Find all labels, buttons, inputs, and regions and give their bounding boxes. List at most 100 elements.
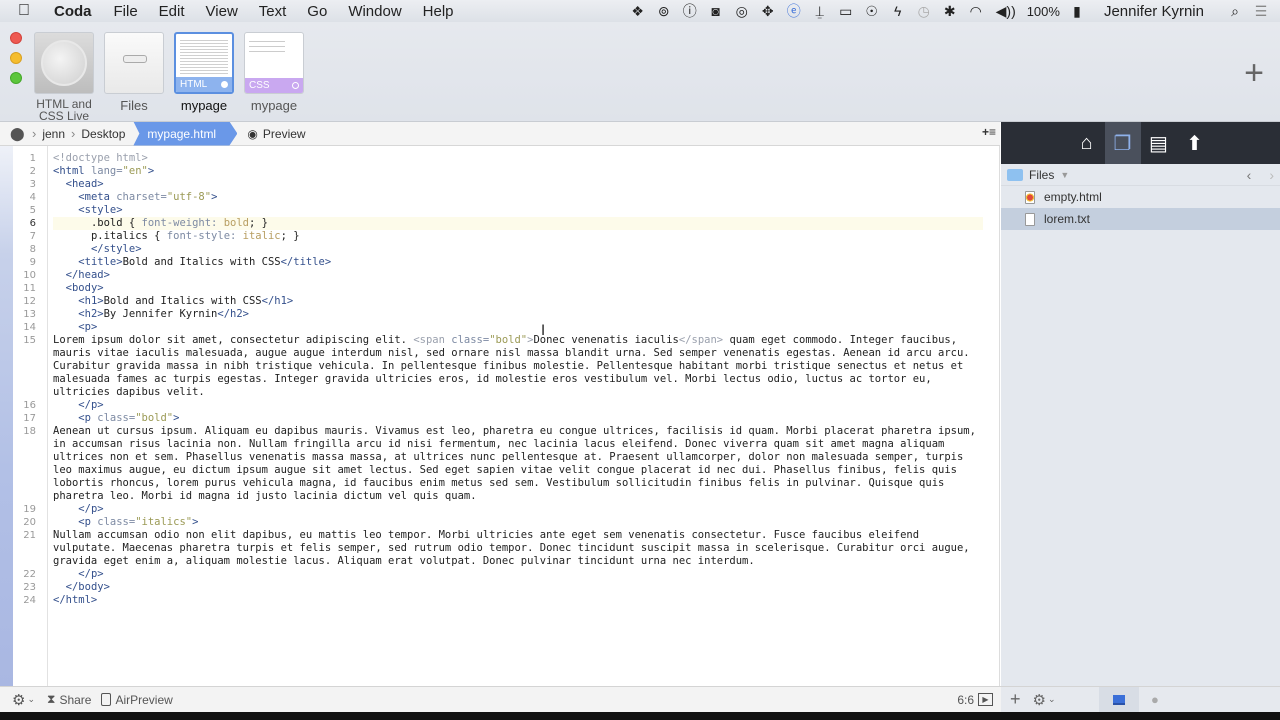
camera-icon[interactable]: ◙ xyxy=(703,3,729,19)
menu-help[interactable]: Help xyxy=(423,3,454,20)
line-number: 12 xyxy=(23,296,36,307)
te-icon[interactable]: ⓔ xyxy=(781,1,807,21)
code-line-current: .bold { font-weight: bold; } xyxy=(53,217,983,230)
code-line: <style> xyxy=(78,204,123,216)
html-thumbnail: HTML xyxy=(174,32,234,94)
css-badge: CSS xyxy=(245,78,303,93)
airplay-icon[interactable]: ▭ xyxy=(833,3,859,20)
coda-window: HTML and CSS Live Files HTML mypage CSS … xyxy=(0,22,1280,712)
menu-go[interactable]: Go xyxy=(307,3,327,20)
accessibility-icon[interactable]: ☉ xyxy=(859,3,885,20)
line-number: 18 xyxy=(23,426,36,437)
files-nav: ‹ › xyxy=(1247,167,1274,183)
tab-mypage-css[interactable]: CSS mypage xyxy=(243,32,305,112)
openvpn-icon[interactable]: ⊚ xyxy=(651,3,677,20)
add-file-button[interactable]: + xyxy=(1010,689,1021,710)
menu-file[interactable]: File xyxy=(114,3,138,20)
publish-icon[interactable]: ⬆ xyxy=(1177,122,1213,164)
preview-toggle-icon[interactable]: ⬤ xyxy=(10,126,26,142)
add-tab-button[interactable]: + xyxy=(1244,56,1264,90)
dropbox-icon[interactable]: ❖ xyxy=(625,3,651,20)
chevron-right-icon: › xyxy=(71,126,76,141)
line-number: 22 xyxy=(23,569,36,580)
site-tile-files[interactable]: Files xyxy=(103,32,165,112)
bluetooth-icon[interactable]: ✱ xyxy=(937,3,963,20)
chevron-down-icon[interactable]: ⌄ xyxy=(27,694,35,705)
code-navigator-strip[interactable] xyxy=(0,146,13,686)
site-label: mypage xyxy=(180,98,228,113)
code-line: <head> xyxy=(65,178,104,190)
battery-icon[interactable]: ▮ xyxy=(1064,3,1090,20)
breadcrumb-desktop[interactable]: Desktop xyxy=(81,127,125,141)
brush-icon[interactable]: ⍊ xyxy=(807,3,833,20)
code-line: </p> xyxy=(78,568,104,580)
bolt-icon[interactable]: ϟ xyxy=(885,3,911,19)
user-name[interactable]: Jennifer Kyrnin xyxy=(1104,3,1204,20)
files-icon[interactable]: ❐ xyxy=(1104,122,1141,164)
volume-icon[interactable]: ◀)) xyxy=(989,3,1023,20)
code-line: Aenean ut cursus ipsum. Aliquam eu dapib… xyxy=(53,425,983,502)
status-menu-area: ❖ ⊚ ⓘ ◙ ◎ ✥ ⓔ ⍊ ▭ ☉ ϟ ◷ ✱ ◠ ◀)) 100% ▮ J… xyxy=(625,0,1280,22)
1password-icon[interactable]: ⓘ xyxy=(677,1,703,21)
local-files-button[interactable] xyxy=(1099,686,1139,712)
file-item-lorem-txt[interactable]: lorem.txt xyxy=(1001,208,1280,230)
creative-cloud-icon[interactable]: ◎ xyxy=(729,3,755,20)
breadcrumb-jenn[interactable]: jenn xyxy=(42,127,65,141)
site-tile-html-css-live[interactable]: HTML and CSS Live xyxy=(33,32,95,122)
share-label: Share xyxy=(59,692,92,707)
folder-icon xyxy=(1007,168,1023,181)
battery-percent[interactable]: 100% xyxy=(1027,4,1060,19)
menu-view[interactable]: View xyxy=(206,3,238,20)
code-text[interactable]: <!doctype html> <html lang="en"> <head> … xyxy=(53,152,983,607)
line-number: 9 xyxy=(29,257,36,268)
code-editor[interactable]: 1 2 3 4 5 6 7 8 9 10 11 12 13 14 15 16 17 18 19 20 21 22 23 24 … xyxy=(0,146,1000,686)
line-number: 8 xyxy=(29,244,36,255)
caret-down-icon[interactable]: ▼ xyxy=(1060,170,1069,180)
sidebar-tab-bar: ⌂ ❐ ▤ ⬆ xyxy=(1001,122,1280,164)
tab-mypage-html[interactable]: HTML mypage xyxy=(173,32,235,112)
share-button[interactable]: ⧗ Share xyxy=(47,692,91,707)
remote-globe-icon[interactable]: ● xyxy=(1151,692,1159,707)
gear-icon[interactable]: ⚙ xyxy=(12,691,25,709)
breadcrumb-active-file[interactable]: mypage.html ⌄ xyxy=(133,122,237,146)
line-number: 19 xyxy=(23,504,36,515)
forward-icon[interactable]: › xyxy=(1269,167,1274,183)
gear-icon[interactable]: ⚙ xyxy=(1033,691,1046,709)
files-folder-label[interactable]: Files xyxy=(1029,168,1054,182)
home-icon[interactable]: ⌂ xyxy=(1069,122,1105,164)
paw-icon[interactable]: ✥ xyxy=(755,3,781,20)
line-number: 13 xyxy=(23,309,36,320)
zoom-window-button[interactable] xyxy=(10,72,22,84)
line-number: 24 xyxy=(23,595,36,606)
eye-icon: ◉ xyxy=(247,126,258,141)
menu-app-name[interactable]: Coda xyxy=(54,3,92,20)
spotlight-search-icon[interactable]: ⌕ xyxy=(1222,3,1248,20)
airpreview-button[interactable]: AirPreview xyxy=(101,693,173,707)
line-number: 6 xyxy=(29,218,36,229)
time-machine-icon[interactable]: ◷ xyxy=(911,3,937,20)
menu-window[interactable]: Window xyxy=(348,3,401,20)
menu-edit[interactable]: Edit xyxy=(159,3,185,20)
back-icon[interactable]: ‹ xyxy=(1247,167,1252,183)
snippets-icon[interactable]: ▤ xyxy=(1141,122,1177,164)
wifi-icon[interactable]: ◠ xyxy=(963,3,989,20)
preview-button[interactable]: ◉ Preview xyxy=(247,127,305,141)
close-window-button[interactable] xyxy=(10,32,22,44)
line-number: 15 xyxy=(23,335,36,346)
chevron-down-icon[interactable]: ⌄ xyxy=(1048,694,1056,705)
cursor-position[interactable]: 6:6 ▶ xyxy=(957,693,993,707)
minimize-window-button[interactable] xyxy=(10,52,22,64)
code-line: <meta charset="utf-8"> xyxy=(78,191,218,203)
line-number: 10 xyxy=(23,270,36,281)
code-line: </p> xyxy=(78,399,104,411)
menu-text[interactable]: Text xyxy=(259,3,287,20)
play-icon[interactable]: ▶ xyxy=(978,693,993,706)
apple-menu-icon[interactable]:  xyxy=(18,2,48,20)
line-number: 17 xyxy=(23,413,36,424)
css-thumbnail: CSS xyxy=(244,32,304,94)
sidebar-bottom-bar: + ⚙ ⌄ ● xyxy=(1001,686,1280,712)
add-menu-button[interactable]: +≡ xyxy=(982,125,996,139)
file-item-empty-html[interactable]: empty.html xyxy=(1001,186,1280,208)
cursor-position-label: 6:6 xyxy=(957,692,974,707)
notification-center-icon[interactable]: ☰ xyxy=(1248,3,1274,20)
